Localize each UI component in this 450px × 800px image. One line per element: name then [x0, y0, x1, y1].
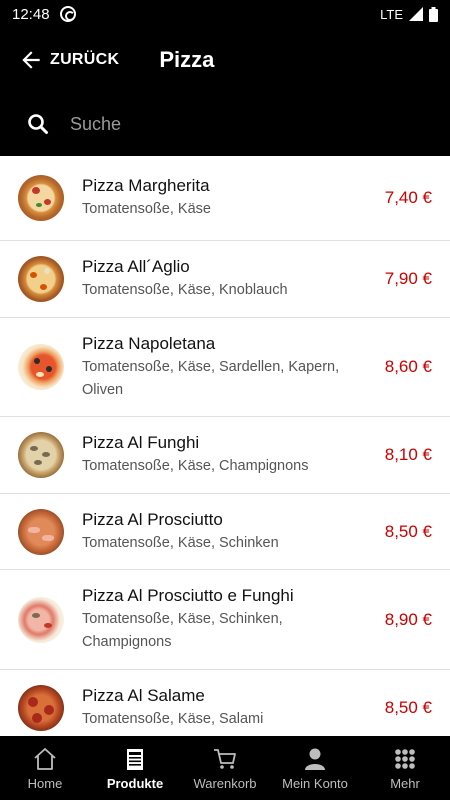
product-item[interactable]: Pizza Margherita Tomatensoße, Käse 7,40 …	[0, 156, 450, 241]
product-description: Tomatensoße, Käse, Knoblauch	[82, 282, 288, 298]
product-name: Pizza Al Prosciutto e Funghi	[82, 586, 294, 605]
product-list: Pizza Margherita Tomatensoße, Käse 7,40 …	[0, 156, 450, 736]
product-price: 8,10 €	[384, 445, 432, 464]
product-name: Pizza Margherita	[82, 176, 210, 195]
tab-label: Warenkorb	[193, 776, 257, 791]
pizza-thumbnail	[18, 685, 64, 731]
product-price: 7,40 €	[384, 188, 432, 207]
tab-mehr[interactable]: Mehr	[360, 736, 450, 800]
product-description: Tomatensoße, Käse, Sardellen, Kapern, Ol…	[82, 358, 340, 398]
status-right: LTE	[380, 6, 438, 22]
pizza-thumbnail	[18, 596, 64, 643]
menu-card-icon	[127, 749, 143, 770]
cart-icon	[214, 749, 236, 769]
pizza-thumbnail	[18, 432, 64, 478]
page-title: Pizza	[159, 47, 215, 72]
tab-label: Mehr	[390, 776, 420, 791]
tab-produkte[interactable]: Produkte	[90, 736, 180, 800]
product-description: Tomatensoße, Käse, Champignons	[82, 458, 309, 474]
product-name: Pizza Al Salame	[82, 686, 205, 705]
product-description: Tomatensoße, Käse, Salami	[82, 711, 264, 727]
pizza-thumbnail	[18, 256, 64, 302]
signal-icon	[409, 7, 423, 21]
product-text: Pizza Al Funghi Tomatensoße, Käse, Champ…	[82, 432, 385, 478]
tab-home[interactable]: Home	[0, 736, 90, 800]
status-time: 12:48	[12, 5, 50, 23]
search-icon	[28, 114, 48, 134]
product-item[interactable]: Pizza Al Prosciutto Tomatensoße, Käse, S…	[0, 494, 450, 570]
user-icon	[305, 748, 325, 770]
product-name: Pizza Al Prosciutto	[82, 509, 223, 529]
tab-mein-konto[interactable]: Mein Konto	[270, 736, 360, 800]
tab-label: Mein Konto	[282, 776, 348, 791]
battery-icon	[429, 6, 438, 22]
arrow-left-icon	[22, 51, 40, 69]
product-description: Tomatensoße, Käse	[82, 201, 211, 217]
grid-dots-icon	[395, 749, 415, 769]
product-text: Pizza Napoletana Tomatensoße, Käse, Sard…	[82, 333, 385, 402]
product-price: 8,50 €	[384, 521, 432, 541]
product-text: Pizza Al Prosciutto e Funghi Tomatensoße…	[82, 585, 385, 654]
product-item[interactable]: Pizza All´Aglio Tomatensoße, Käse, Knobl…	[0, 241, 450, 318]
pizza-thumbnail	[18, 508, 64, 555]
product-item[interactable]: Pizza Al Prosciutto e Funghi Tomatensoße…	[0, 570, 450, 670]
network-label: LTE	[380, 6, 403, 22]
product-text: Pizza Al Salame Tomatensoße, Käse, Salam…	[82, 685, 385, 731]
search-bar	[0, 92, 450, 156]
pizza-thumbnail	[18, 344, 64, 390]
product-name: Pizza All´Aglio	[82, 257, 190, 276]
product-price: 8,50 €	[384, 698, 432, 717]
tab-warenkorb[interactable]: Warenkorb	[180, 736, 270, 800]
product-description: Tomatensoße, Käse, Schinken	[82, 534, 279, 551]
product-item[interactable]: Pizza Napoletana Tomatensoße, Käse, Sard…	[0, 318, 450, 417]
product-name: Pizza Al Funghi	[82, 433, 200, 452]
sync-icon	[59, 6, 76, 22]
back-label: ZURÜCK	[50, 51, 120, 68]
bottom-tab-bar: Home Produkte Warenkorb Mein Konto Mehr	[0, 736, 450, 800]
product-price: 8,90 €	[384, 609, 432, 629]
search-input[interactable]	[70, 113, 450, 135]
back-button[interactable]: ZURÜCK	[18, 47, 119, 73]
product-text: Pizza Margherita Tomatensoße, Käse	[82, 175, 385, 221]
product-name: Pizza Napoletana	[82, 333, 216, 353]
product-description: Tomatensoße, Käse, Schinken, Champignons	[82, 611, 283, 650]
product-item[interactable]: Pizza Al Salame Tomatensoße, Käse, Salam…	[0, 670, 450, 736]
product-text: Pizza All´Aglio Tomatensoße, Käse, Knobl…	[82, 256, 385, 302]
product-text: Pizza Al Prosciutto Tomatensoße, Käse, S…	[82, 509, 385, 555]
tab-label: Produkte	[106, 776, 164, 791]
product-price: 8,60 €	[384, 357, 432, 376]
status-bar: 12:48 LTE	[0, 0, 450, 28]
product-item[interactable]: Pizza Al Funghi Tomatensoße, Käse, Champ…	[0, 417, 450, 494]
product-price: 7,90 €	[384, 269, 432, 288]
pizza-thumbnail	[18, 175, 64, 221]
home-icon	[34, 748, 56, 770]
app-bar: ZURÜCK Pizza	[0, 28, 450, 92]
tab-label: Home	[27, 776, 63, 791]
